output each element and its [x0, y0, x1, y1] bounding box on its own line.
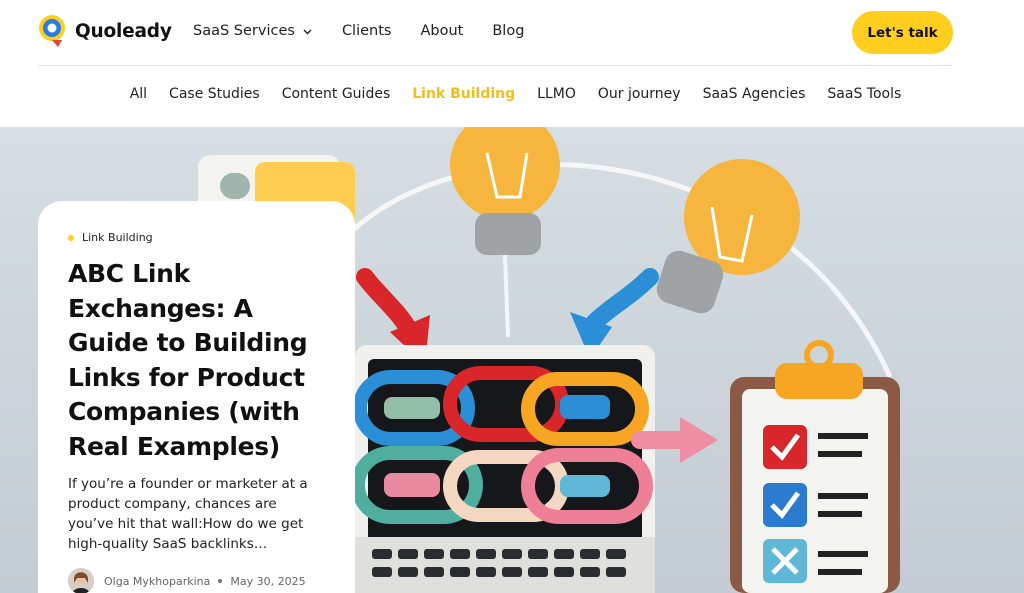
nav-item-label: SaaS Services [193, 23, 295, 39]
post-category-tag[interactable]: Link Building [68, 231, 325, 244]
logo[interactable]: Quoleady [38, 14, 172, 48]
tag-dot-icon [68, 234, 74, 241]
category-link-building[interactable]: Link Building [412, 86, 515, 102]
nav-item-label: Clients [341, 23, 392, 39]
category-our-journey[interactable]: Our journey [598, 86, 681, 102]
nav-item-label: Blog [492, 23, 525, 39]
category-saas-agencies[interactable]: SaaS Agencies [703, 86, 806, 102]
post-date: May 30, 2025 [230, 574, 306, 588]
main-nav: SaaS Services Clients About Blog [193, 23, 553, 39]
nav-item-blog[interactable]: Blog [492, 23, 524, 39]
post-category-label: Link Building [82, 231, 153, 244]
category-content-guides[interactable]: Content Guides [282, 86, 391, 102]
post-title[interactable]: ABC Link Exchanges: A Guide to Building … [68, 257, 325, 464]
nav-item-about[interactable]: About [420, 23, 463, 39]
category-llmo[interactable]: LLMO [537, 86, 576, 102]
brand-name: Quoleady [75, 20, 172, 42]
nav-item-label: About [420, 23, 464, 39]
lets-talk-button[interactable]: Let's talk [852, 11, 953, 54]
category-case-studies[interactable]: Case Studies [169, 86, 260, 102]
nav-item-clients[interactable]: Clients [342, 23, 392, 39]
meta-separator [218, 579, 223, 583]
logo-q-icon [38, 14, 68, 48]
author-name[interactable]: Olga Mykhoparkina [104, 575, 210, 588]
author-avatar [68, 568, 94, 593]
category-filter-bar: All Case Studies Content Guides Link Bui… [0, 86, 1024, 102]
post-meta: Olga Mykhoparkina May 30, 2025 [68, 568, 325, 593]
featured-post-card[interactable]: Link Building ABC Link Exchanges: A Guid… [38, 201, 355, 593]
chevron-down-icon [303, 29, 312, 34]
nav-item-saas-services[interactable]: SaaS Services [193, 23, 313, 39]
category-all[interactable]: All [130, 86, 147, 102]
site-header: Quoleady SaaS Services Clients About Blo… [38, 0, 953, 66]
category-saas-tools[interactable]: SaaS Tools [827, 86, 901, 102]
post-excerpt: If you’re a founder or marketer at a pro… [68, 476, 308, 552]
